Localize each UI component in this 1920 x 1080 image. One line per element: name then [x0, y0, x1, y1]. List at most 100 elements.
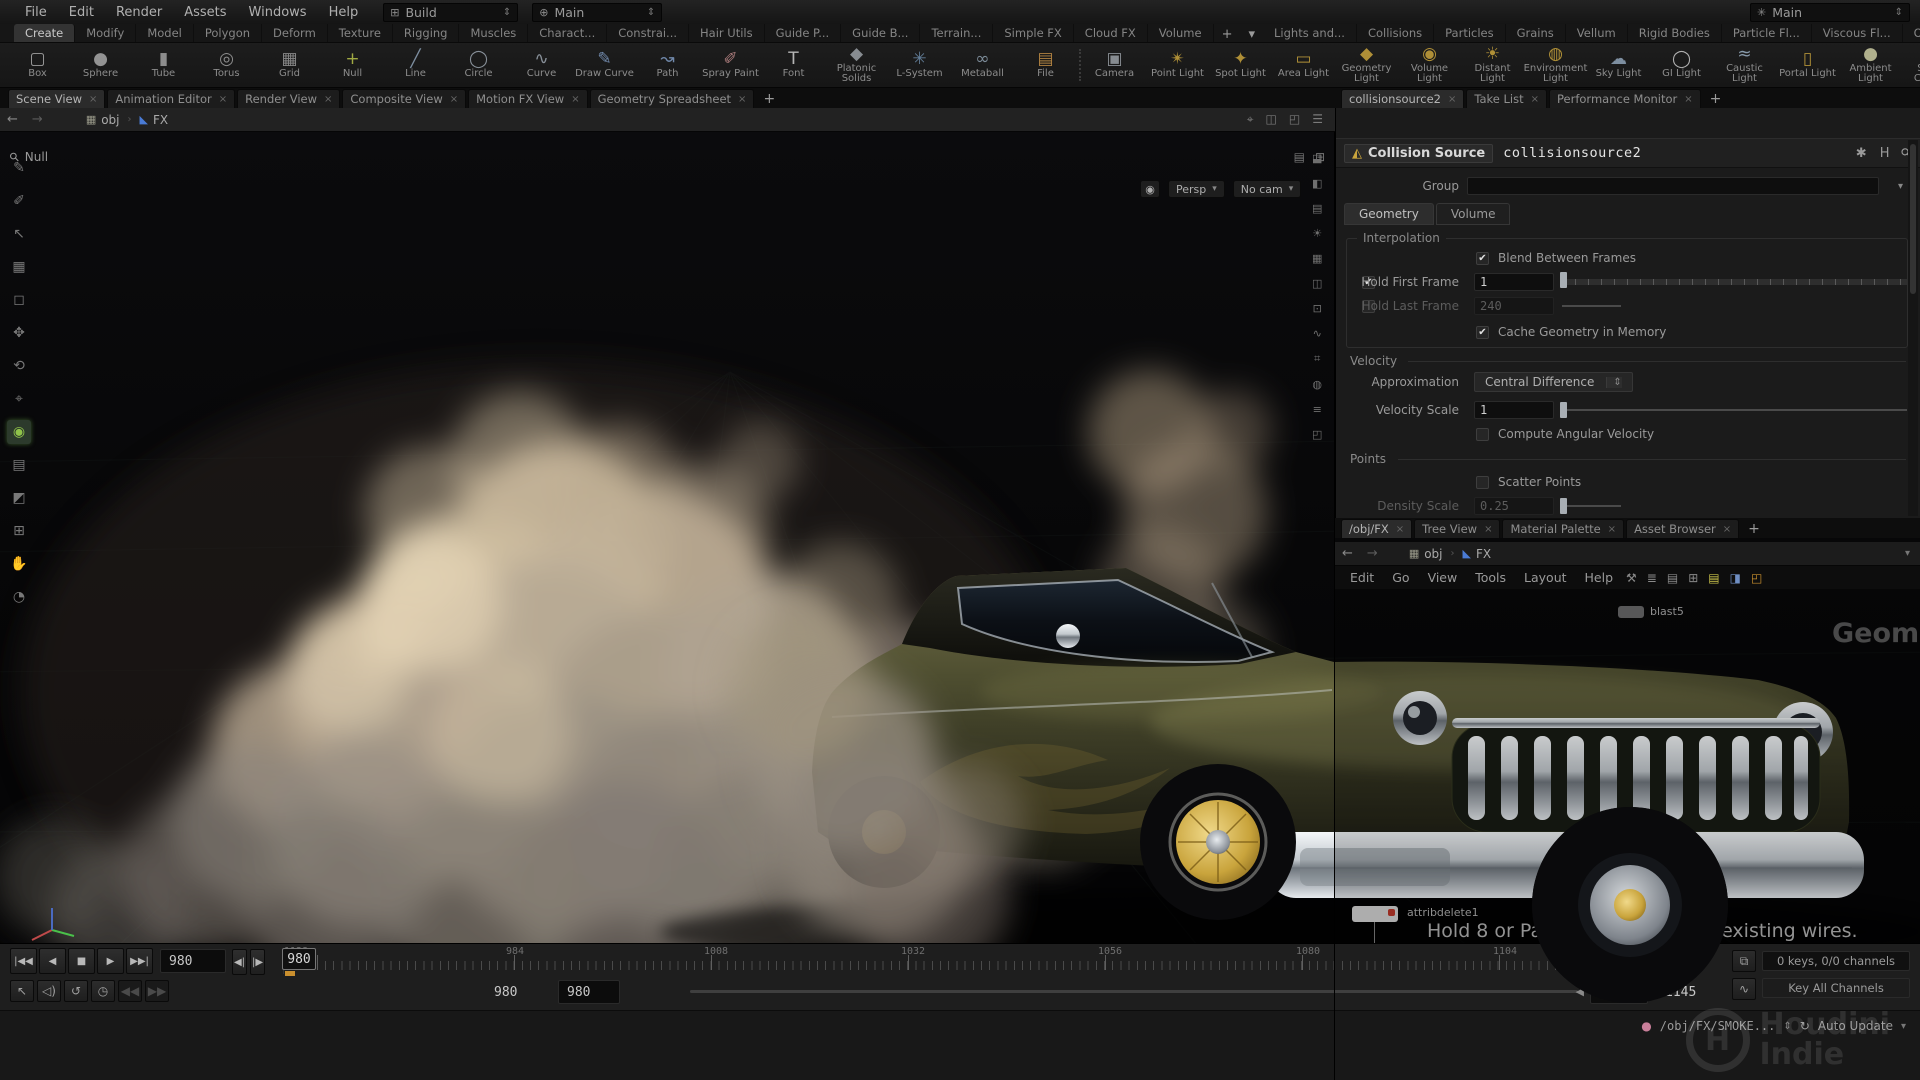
- pane-tab[interactable]: /obj/FX×: [1341, 519, 1412, 538]
- close-icon[interactable]: ×: [324, 94, 332, 105]
- add-pane-tab-button[interactable]: +: [756, 91, 782, 108]
- node-flag-icon[interactable]: [1388, 909, 1395, 916]
- select-tool-icon[interactable]: ↖: [7, 222, 31, 246]
- path-root[interactable]: ▦ obj: [1401, 544, 1451, 564]
- pen-tool-icon[interactable]: ✎: [7, 156, 31, 180]
- shelf-tab[interactable]: Modify: [75, 24, 136, 42]
- menu-item[interactable]: Render: [105, 0, 173, 24]
- display-opt-icon[interactable]: ◧: [1312, 177, 1322, 190]
- active-state-icon[interactable]: ◉: [7, 420, 31, 444]
- shelf-tool[interactable]: ◯ GI Light: [1650, 49, 1713, 82]
- cache-checkbox[interactable]: ✔: [1476, 326, 1489, 339]
- network-menu-item[interactable]: Help: [1576, 570, 1623, 585]
- pane-tab[interactable]: Render View×: [237, 89, 340, 108]
- loop-icon[interactable]: ↺: [64, 980, 88, 1002]
- hold-last-slider[interactable]: [1562, 305, 1621, 307]
- add-pane-tab-button[interactable]: +: [1741, 521, 1767, 538]
- blend-checkbox[interactable]: ✔: [1476, 252, 1489, 265]
- move-tool-icon[interactable]: ✥: [7, 321, 31, 345]
- range-end-field[interactable]: 1145: [1590, 980, 1648, 1004]
- close-icon[interactable]: ×: [1608, 524, 1616, 535]
- global-end-field[interactable]: 1145: [1656, 980, 1714, 1004]
- shelf-tab[interactable]: Particles: [1434, 24, 1505, 42]
- layout-icon[interactable]: ◰: [1289, 112, 1300, 127]
- path-root[interactable]: ▦ obj: [78, 110, 128, 130]
- shelf-tool[interactable]: + Null: [321, 49, 384, 82]
- path-dropdown-icon[interactable]: ▾: [1905, 548, 1910, 559]
- transport-button[interactable]: ■: [68, 948, 95, 974]
- group-input[interactable]: [1467, 177, 1879, 195]
- grid-icon[interactable]: ⊞: [1688, 571, 1698, 585]
- shelf-tool[interactable]: T Font: [762, 49, 825, 82]
- shelf-tab[interactable]: Polygon: [194, 24, 262, 42]
- shelf-tab[interactable]: Simple FX: [993, 24, 1073, 42]
- network-menu-item[interactable]: Edit: [1341, 570, 1383, 585]
- hold-first-slider[interactable]: [1562, 279, 1907, 285]
- layout-tool-icon[interactable]: ▤: [7, 453, 31, 477]
- density-scale-input[interactable]: 0.25: [1474, 497, 1554, 515]
- shelf-add-tab-button[interactable]: +: [1214, 27, 1241, 42]
- shelf-tool[interactable]: ▮ Tube: [132, 49, 195, 82]
- pane-tab[interactable]: Material Palette×: [1502, 519, 1624, 538]
- display-opt-icon[interactable]: ◫: [1312, 277, 1322, 290]
- shelf-tool[interactable]: ☁ Sky Light: [1587, 49, 1650, 82]
- shelf-tool[interactable]: ☀ Distant Light: [1461, 44, 1524, 87]
- path-node[interactable]: ◣ FX: [1455, 544, 1500, 564]
- help-icon[interactable]: H: [1880, 146, 1890, 161]
- nav-forward-icon[interactable]: →: [25, 112, 50, 127]
- pane-menu-icon[interactable]: ☰: [1312, 112, 1323, 127]
- shelf-tool[interactable]: ▯ Portal Light: [1776, 49, 1839, 82]
- hold-first-input[interactable]: 1: [1474, 273, 1554, 291]
- shelf-tab[interactable]: Rigid Bodies: [1628, 24, 1722, 42]
- hold-last-input[interactable]: 240: [1474, 297, 1554, 315]
- pane-tab[interactable]: Composite View×: [342, 89, 466, 108]
- keyframe-pointer-icon[interactable]: ↖: [10, 980, 34, 1002]
- node-name-field[interactable]: collisionsource2: [1503, 145, 1641, 161]
- display-opt-icon[interactable]: ◰: [1312, 428, 1322, 441]
- pin-icon[interactable]: ⌖: [1247, 112, 1254, 127]
- pan-tool-icon[interactable]: ✋: [7, 552, 31, 576]
- network-menu-item[interactable]: View: [1419, 570, 1467, 585]
- display-opt-icon[interactable]: ☀: [1312, 227, 1322, 240]
- node-type-badge[interactable]: ◭ Collision Source: [1344, 144, 1493, 163]
- shelf-tool[interactable]: ▣ Camera: [1083, 49, 1146, 82]
- shelf-tab[interactable]: Charact...: [528, 24, 607, 42]
- key-all-channels-button[interactable]: Key All Channels: [1762, 978, 1910, 998]
- realtime-icon[interactable]: ◷: [91, 980, 115, 1002]
- transport-button[interactable]: ◀: [39, 948, 66, 974]
- shelf-tool[interactable]: ◆ Platonic Solids: [825, 44, 888, 87]
- pane-tab[interactable]: Take List×: [1466, 89, 1547, 108]
- view-tool-icon[interactable]: ◔: [7, 585, 31, 609]
- shelf-tool[interactable]: ▦ Grid: [258, 49, 321, 82]
- shelf-tool[interactable]: ✳ L-System: [888, 49, 951, 82]
- close-icon[interactable]: ×: [571, 94, 579, 105]
- shelf-divider[interactable]: [1079, 49, 1081, 81]
- lasso-tool-icon[interactable]: ▦: [7, 255, 31, 279]
- close-icon[interactable]: ×: [1723, 524, 1731, 535]
- playback-range-slider[interactable]: ◀: [690, 990, 1578, 993]
- network-menu-item[interactable]: Tools: [1466, 570, 1515, 585]
- close-icon[interactable]: ×: [1684, 94, 1692, 105]
- menu-item[interactable]: File: [14, 0, 58, 24]
- desktop-selector[interactable]: ⊞ Build⇕: [383, 3, 518, 22]
- menu-item[interactable]: Windows: [238, 0, 318, 24]
- close-icon[interactable]: ×: [450, 94, 458, 105]
- wrench-icon[interactable]: ⚒: [1626, 571, 1637, 585]
- nav-back-icon[interactable]: ←: [0, 112, 25, 127]
- shelf-tab[interactable]: Cloud FX: [1074, 24, 1148, 42]
- timeline-ruler[interactable]: 984100810321056108011041128 980: [283, 948, 1643, 974]
- shelf-tab[interactable]: Oceans: [1903, 24, 1920, 42]
- shelf-tool[interactable]: ▤ File: [1014, 49, 1077, 82]
- shelf-tool[interactable]: ↝ Path: [636, 49, 699, 82]
- display-opt-icon[interactable]: ⬓: [1312, 152, 1322, 165]
- shelf-tab[interactable]: Viscous Fl...: [1812, 24, 1903, 42]
- group-dropdown-icon[interactable]: ▾: [1898, 181, 1903, 192]
- grid-tool-icon[interactable]: ⊞: [7, 519, 31, 543]
- display-opt-icon[interactable]: ⌗: [1314, 352, 1320, 366]
- image-icon[interactable]: ◨: [1730, 571, 1741, 585]
- velocity-scale-input[interactable]: 1: [1474, 401, 1554, 419]
- gear-icon[interactable]: ✱: [1856, 146, 1867, 161]
- close-icon[interactable]: ×: [1484, 524, 1492, 535]
- network-editor-canvas[interactable]: Geometr blast5 attribdelete1 Hold 8 or P…: [1335, 590, 1920, 943]
- approximation-dropdown[interactable]: Central Difference⇕: [1474, 372, 1633, 392]
